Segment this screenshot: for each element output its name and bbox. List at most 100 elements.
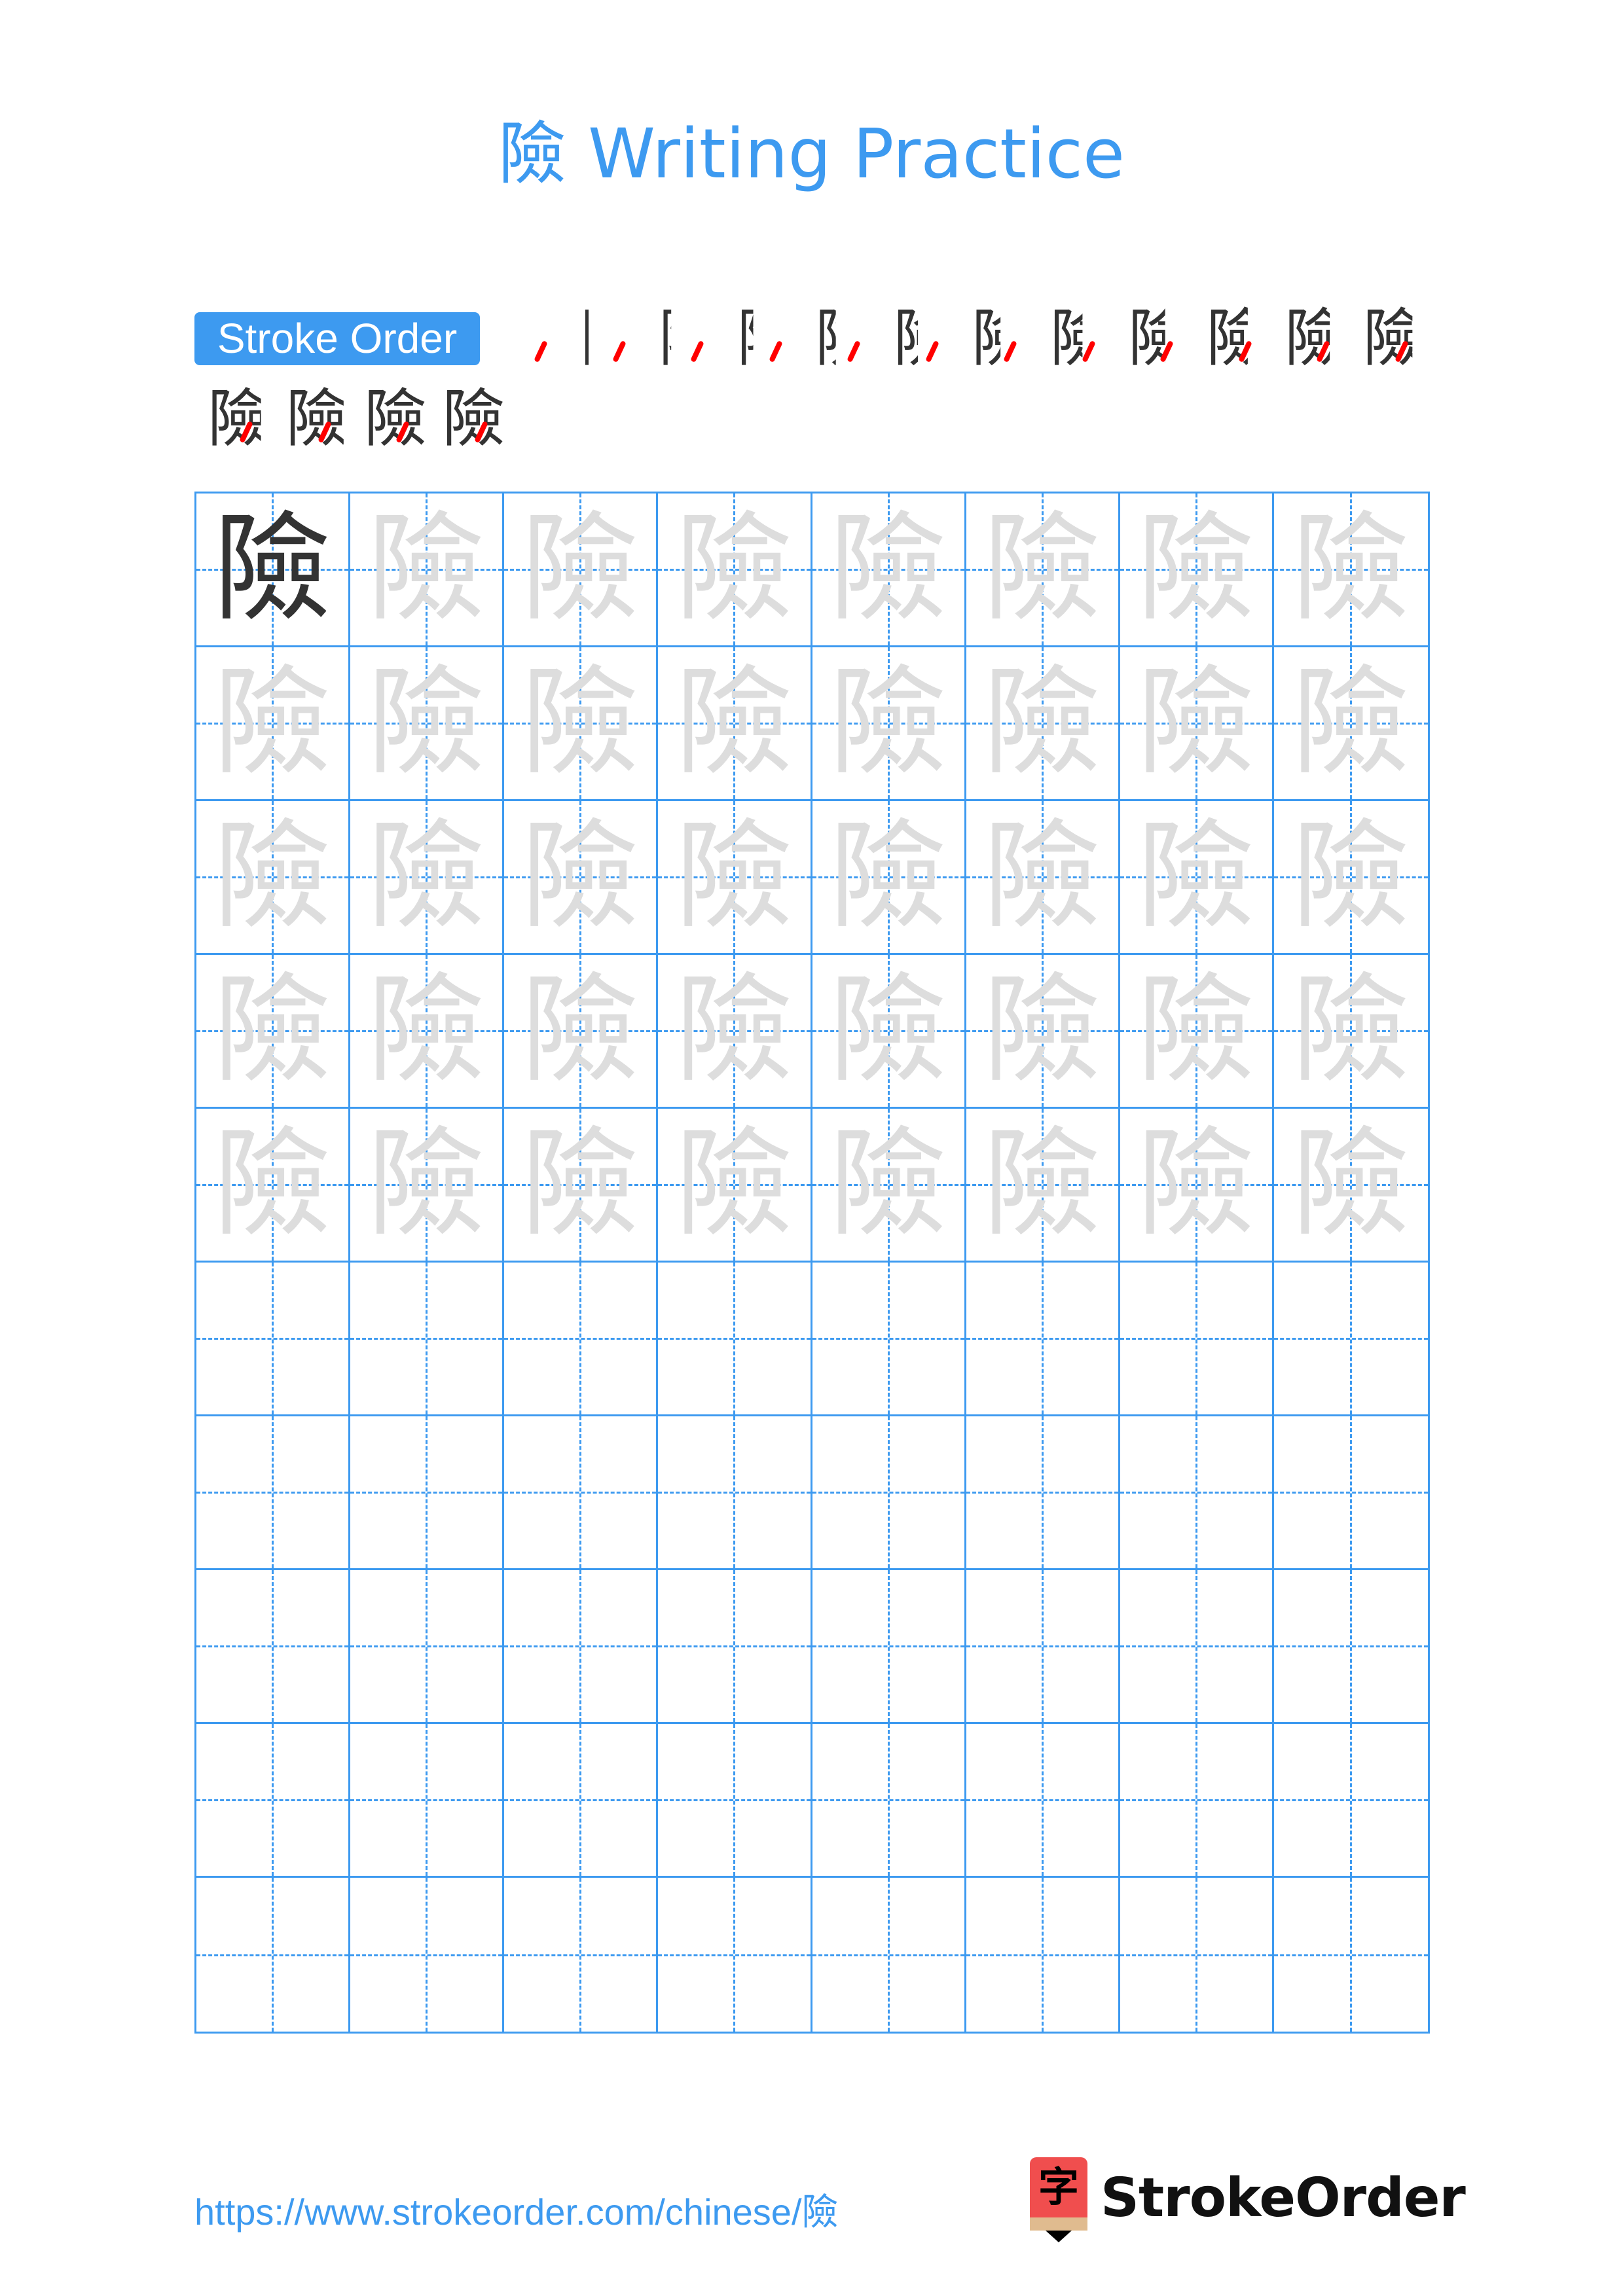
practice-cell[interactable]: 險 <box>196 801 351 955</box>
practice-cell[interactable] <box>350 1724 505 1878</box>
practice-cell[interactable] <box>658 1416 812 1570</box>
practice-cell[interactable] <box>1273 1570 1428 1724</box>
practice-cell[interactable] <box>1273 1416 1428 1570</box>
stroke-step-5: 險 <box>811 302 883 374</box>
practice-cell[interactable] <box>350 1570 505 1724</box>
stroke-step-glyph: 險 <box>208 382 270 456</box>
practice-cell[interactable] <box>812 1570 966 1724</box>
practice-cell[interactable] <box>658 1878 812 2032</box>
practice-cell[interactable] <box>658 1724 812 1878</box>
practice-grid: 險險險險險險險險險險險險險險險險險險險險險險險險險險險險險險險險險險險險險險險險 <box>194 492 1430 2034</box>
practice-cell[interactable] <box>1120 1570 1274 1724</box>
practice-cell[interactable]: 險 <box>966 801 1120 955</box>
practice-cell[interactable] <box>504 1570 659 1724</box>
practice-cell[interactable] <box>966 1416 1120 1570</box>
practice-cell[interactable]: 險 <box>504 647 659 801</box>
practice-cell[interactable] <box>1120 1263 1274 1416</box>
practice-cell[interactable]: 險 <box>504 955 659 1109</box>
practice-cell[interactable]: 險 <box>1273 801 1428 955</box>
practice-cell[interactable] <box>658 1263 812 1416</box>
practice-cell[interactable]: 險 <box>504 801 659 955</box>
practice-cell[interactable] <box>350 1416 505 1570</box>
stroke-step-4: 險 <box>733 302 805 374</box>
practice-cell[interactable]: 險 <box>658 1109 812 1263</box>
practice-cell[interactable] <box>812 1263 966 1416</box>
practice-cell[interactable] <box>1120 1878 1274 2032</box>
stroke-step-8: 險 <box>1046 302 1118 374</box>
trace-character: 險 <box>367 1116 486 1253</box>
practice-cell[interactable] <box>1274 1878 1428 2032</box>
practice-cell[interactable]: 險 <box>1120 801 1274 955</box>
practice-cell[interactable] <box>504 1416 659 1570</box>
practice-cell[interactable] <box>966 1570 1120 1724</box>
practice-cell[interactable]: 險 <box>196 955 351 1109</box>
practice-cell[interactable]: 險 <box>658 647 812 801</box>
trace-character: 險 <box>1292 962 1410 1099</box>
practice-cell[interactable] <box>1273 1263 1428 1416</box>
practice-cell[interactable]: 險 <box>966 647 1120 801</box>
logo-glyph: 字 <box>1030 2157 1087 2217</box>
practice-cell[interactable]: 險 <box>196 493 351 647</box>
stroke-step-15: 險 <box>359 383 431 455</box>
practice-cell[interactable]: 險 <box>966 493 1120 647</box>
practice-cell[interactable] <box>1120 1724 1274 1878</box>
practice-cell[interactable] <box>1273 1724 1428 1878</box>
practice-cell[interactable] <box>196 1724 351 1878</box>
stroke-step-3: 險 <box>654 302 726 374</box>
practice-cell[interactable]: 險 <box>1273 647 1428 801</box>
practice-cell[interactable] <box>1120 1416 1274 1570</box>
practice-cell[interactable] <box>196 1878 351 2032</box>
practice-cell[interactable]: 險 <box>812 647 966 801</box>
practice-cell[interactable]: 險 <box>504 493 659 647</box>
practice-cell[interactable] <box>196 1416 351 1570</box>
footer-url-link[interactable]: https://www.strokeorder.com/chinese/險 <box>194 2183 839 2236</box>
practice-cell[interactable] <box>350 1263 505 1416</box>
stroke-step-glyph: 險 <box>364 382 427 456</box>
trace-character: 險 <box>1292 501 1410 637</box>
practice-cell[interactable]: 險 <box>350 955 505 1109</box>
practice-cell[interactable]: 險 <box>196 647 351 801</box>
trace-character: 險 <box>829 808 947 945</box>
practice-cell[interactable]: 險 <box>1120 1109 1274 1263</box>
practice-cell[interactable] <box>812 1724 966 1878</box>
practice-cell[interactable]: 險 <box>658 955 812 1109</box>
practice-cell[interactable] <box>812 1878 966 2032</box>
practice-cell[interactable]: 險 <box>966 955 1120 1109</box>
practice-cell[interactable]: 險 <box>350 801 505 955</box>
practice-cell[interactable]: 險 <box>966 1109 1120 1263</box>
practice-cell[interactable] <box>658 1570 812 1724</box>
practice-cell[interactable]: 險 <box>1273 1109 1428 1263</box>
practice-cell[interactable] <box>812 1416 966 1570</box>
trace-character: 險 <box>983 501 1101 637</box>
practice-cell[interactable]: 險 <box>1120 647 1274 801</box>
practice-cell[interactable]: 險 <box>350 647 505 801</box>
practice-cell[interactable]: 險 <box>350 1109 505 1263</box>
practice-cell[interactable] <box>966 1724 1120 1878</box>
practice-cell[interactable] <box>504 1724 659 1878</box>
practice-cell[interactable] <box>196 1263 351 1416</box>
stroke-step-glyph: 險 <box>815 302 878 375</box>
practice-cell[interactable] <box>966 1263 1120 1416</box>
practice-cell[interactable]: 險 <box>1273 955 1428 1109</box>
practice-cell[interactable]: 險 <box>1120 955 1274 1109</box>
current-stroke-highlight <box>611 340 627 363</box>
practice-cell[interactable]: 險 <box>658 493 812 647</box>
practice-cell[interactable] <box>196 1570 351 1724</box>
current-stroke-highlight <box>847 340 861 363</box>
practice-cell[interactable]: 險 <box>812 955 966 1109</box>
practice-cell[interactable]: 險 <box>812 1109 966 1263</box>
brand-logo[interactable]: 字 StrokeOrder <box>1030 2157 1466 2242</box>
practice-cell[interactable] <box>504 1878 659 2032</box>
practice-cell[interactable]: 險 <box>504 1109 659 1263</box>
practice-cell[interactable]: 險 <box>196 1109 351 1263</box>
trace-character: 險 <box>1292 1116 1410 1253</box>
practice-cell[interactable]: 險 <box>812 801 966 955</box>
practice-cell[interactable]: 險 <box>812 493 966 647</box>
practice-cell[interactable]: 險 <box>350 493 505 647</box>
practice-cell[interactable] <box>504 1263 659 1416</box>
practice-cell[interactable]: 險 <box>658 801 812 955</box>
practice-cell[interactable]: 險 <box>1120 493 1274 647</box>
practice-cell[interactable] <box>350 1878 505 2032</box>
practice-cell[interactable]: 險 <box>1273 493 1428 647</box>
practice-cell[interactable] <box>966 1878 1120 2032</box>
